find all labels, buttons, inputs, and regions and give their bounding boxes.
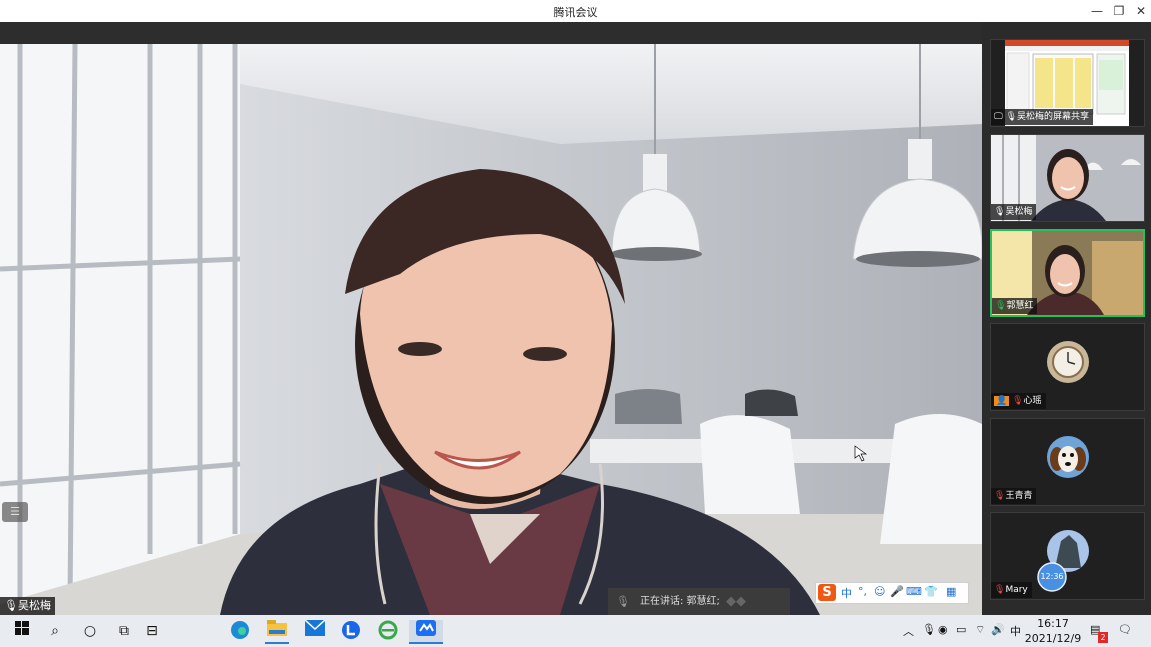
battery-icon[interactable]: ▭ (956, 623, 966, 636)
participant-label: 🎙王青青 (991, 488, 1037, 504)
snap-icon[interactable]: ⊟ (140, 620, 164, 642)
sogou-logo-icon[interactable]: S (818, 584, 836, 601)
ie-icon[interactable] (376, 620, 400, 642)
edge-icon[interactable] (228, 620, 252, 642)
participant-tile[interactable]: 🖵 🎙吴松梅的屏幕共享 (990, 39, 1145, 127)
emoji-icon[interactable]: ☺ (874, 585, 885, 598)
close-button[interactable]: ✕ (1130, 0, 1151, 22)
mic-muted-icon: 🎙 (1012, 396, 1024, 406)
main-speaker-tag: 🎙吴松梅 (0, 597, 55, 615)
start-icon[interactable] (10, 620, 34, 642)
windows-taskbar: ⌕ ○ ⧉ ⊟ ︿ 🎙 ◉ ▭ ⌔ 🔊 中 16:17 2021/12/9 ▤ … (0, 615, 1151, 647)
search-icon[interactable]: ⌕ (43, 620, 67, 642)
mic-muted-icon: 🎙 (994, 491, 1006, 501)
notification-badge: 2 (1098, 632, 1108, 643)
participant-name: Mary (1005, 585, 1028, 595)
participant-name: 吴松梅 (1005, 207, 1033, 217)
mic-active-icon: 🎙 (995, 301, 1007, 311)
signal-icon: ◆◆ (726, 594, 746, 609)
wifi-icon[interactable]: ⌔ (975, 623, 985, 637)
keyboard-icon[interactable]: ⌨ (906, 585, 922, 598)
screen-share-icon: 🖵 (994, 112, 1003, 122)
participant-name: 王青青 (1005, 491, 1033, 501)
participant-sidebar: 🖵 🎙吴松梅的屏幕共享 🎙吴松梅 🎙郭慧红 👤 🎙心瑶 🎙王青青 12:36 🎙… (982, 22, 1151, 615)
file-explorer-icon[interactable] (265, 620, 289, 644)
main-video[interactable] (0, 44, 982, 615)
clock-badge: 12:36 (1040, 572, 1064, 581)
participant-label: 🎙郭慧红 (992, 298, 1038, 314)
participant-tile[interactable]: 12:36 🎙Mary (990, 512, 1145, 600)
restore-button[interactable]: ❐ (1108, 0, 1130, 22)
main-video-scene (0, 44, 982, 615)
ime-language-toggle[interactable]: 中 (841, 585, 852, 601)
participant-tile[interactable]: 👤 🎙心瑶 (990, 323, 1145, 411)
lark-icon[interactable] (339, 620, 363, 642)
window-title: 腾讯会议 (553, 6, 598, 19)
mic-icon: 🎙 (1005, 112, 1017, 122)
tray-app-icon[interactable]: ◉ (938, 623, 948, 636)
mic-icon: 🎙 (616, 595, 630, 608)
participant-name: 心瑶 (1023, 396, 1042, 406)
main-stage: ☰ 🎙吴松梅 🎙 正在讲话: 郭慧红; ◆◆ S 中 °, ☺ 🎤 ⌨ 👕 ▦ (0, 22, 982, 615)
voice-input-icon[interactable]: 🎤 (890, 585, 904, 598)
participant-name: 吴松梅的屏幕共享 (1017, 112, 1090, 122)
participant-tile-active[interactable]: 🎙郭慧红 (990, 229, 1145, 317)
minimize-button[interactable]: — (1086, 0, 1108, 22)
mic-icon: 🎙 (994, 207, 1006, 217)
participant-label: 🖵 🎙吴松梅的屏幕共享 (991, 109, 1094, 125)
ime-toolbar[interactable]: S 中 °, ☺ 🎤 ⌨ 👕 ▦ (815, 582, 969, 604)
speaking-text: 正在讲话: 郭慧红; (640, 596, 720, 607)
task-view-icon[interactable]: ⧉ (112, 620, 136, 642)
tencent-meeting-icon[interactable] (409, 620, 443, 644)
toolbox-icon[interactable]: ▦ (946, 585, 956, 598)
speaking-indicator: 🎙 正在讲话: 郭慧红; ◆◆ (608, 588, 790, 615)
skin-icon[interactable]: 👕 (924, 585, 938, 598)
ime-punct-toggle[interactable]: °, (858, 585, 867, 598)
tray-mic-icon[interactable]: 🎙 (922, 623, 936, 636)
action-center-icon[interactable]: 🗨 (1118, 623, 1132, 636)
tray-chevron-icon[interactable]: ︿ (903, 623, 914, 639)
participant-label: 🎙吴松梅 (991, 204, 1037, 220)
mic-muted-icon: 🎙 (994, 585, 1006, 595)
participant-label: 👤 🎙心瑶 (991, 393, 1046, 409)
taskbar-clock[interactable]: 16:17 2021/12/9 (1018, 616, 1088, 646)
clock-time: 16:17 (1037, 617, 1069, 630)
mail-icon[interactable] (303, 619, 327, 642)
user-icon: 👤 (994, 396, 1010, 406)
title-bar: 腾讯会议 — ❐ ✕ (0, 0, 1151, 22)
participant-tile[interactable]: 🎙吴松梅 (990, 134, 1145, 222)
participant-list-toggle-button[interactable]: ☰ (2, 502, 28, 522)
participant-tile[interactable]: 🎙王青青 (990, 418, 1145, 506)
cortana-icon[interactable]: ○ (78, 620, 102, 642)
mic-icon: 🎙 (4, 599, 18, 612)
stage-top-strip (0, 22, 982, 44)
participant-label: 🎙Mary (991, 582, 1032, 598)
volume-icon[interactable]: 🔊 (991, 623, 1005, 636)
participant-name: 郭慧红 (1006, 301, 1034, 311)
clock-date: 2021/12/9 (1024, 632, 1082, 645)
main-speaker-name: 吴松梅 (17, 599, 51, 612)
